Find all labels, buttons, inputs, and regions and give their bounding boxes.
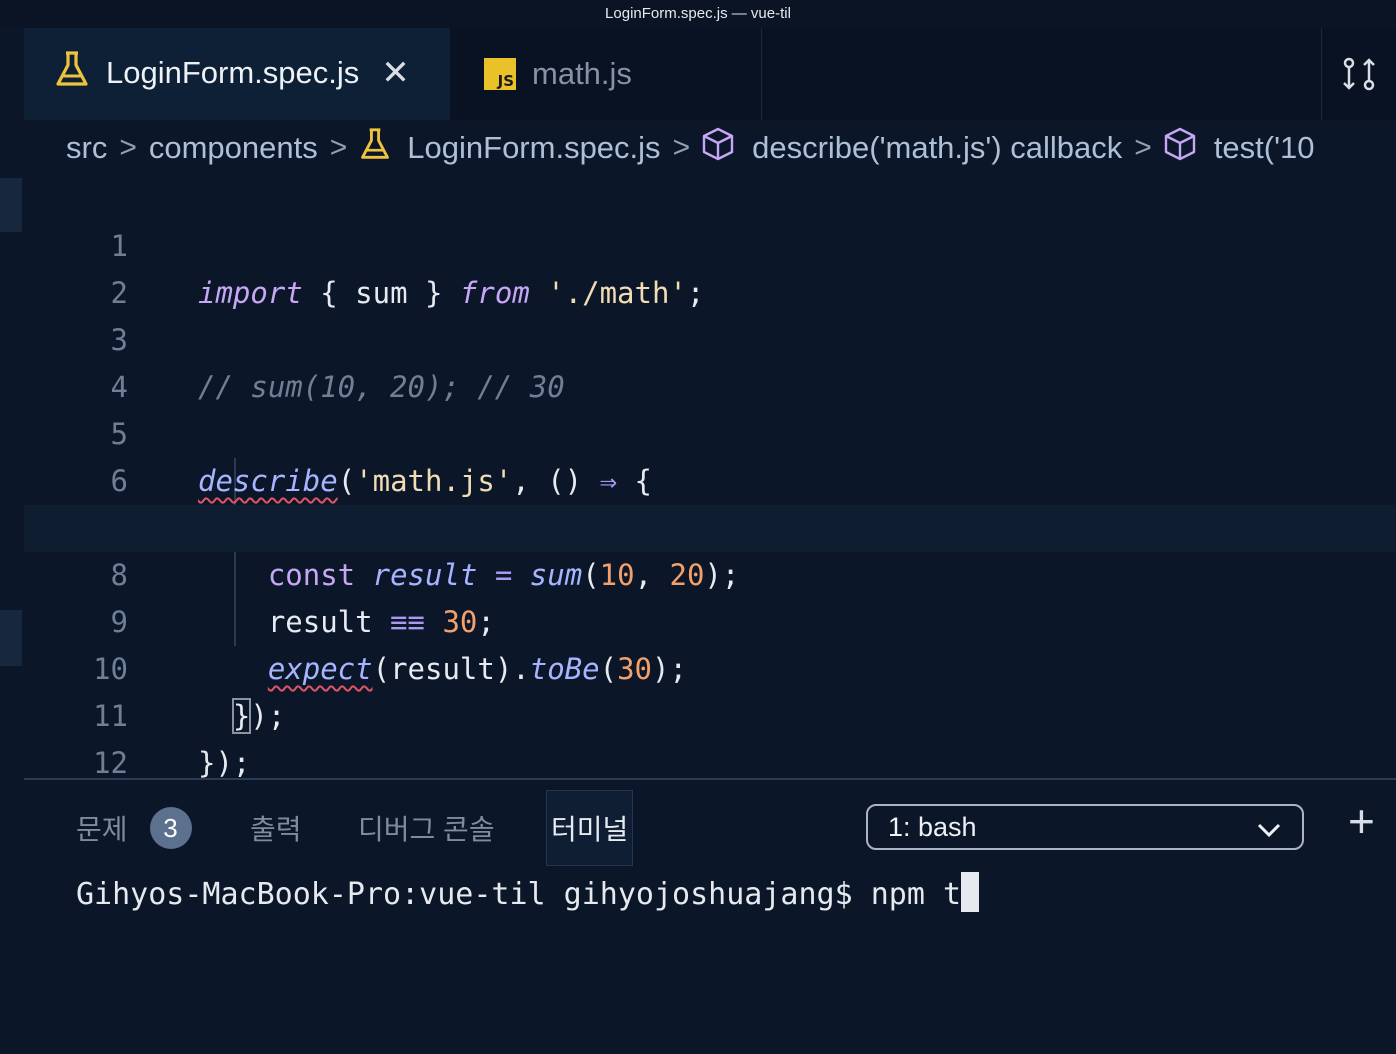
problems-count-badge: 3 [149, 807, 192, 849]
window-title: LoginForm.spec.js — vue-til [0, 0, 1396, 28]
code-line: 11 }); [24, 646, 1396, 780]
breadcrumb: src > components > LoginForm.spec.js > d… [24, 120, 1396, 176]
code-editor[interactable]: 1 import { sum } from './math'; 2 3 // s… [24, 176, 1396, 780]
tab-math-js[interactable]: JS math.js [450, 28, 762, 120]
symbol-method-icon [1164, 127, 1196, 169]
editor-tab-bar: LoginForm.spec.js ✕ JS math.js [24, 28, 1396, 120]
js-file-icon: JS [484, 58, 516, 90]
close-icon[interactable]: ✕ [381, 53, 410, 93]
terminal-select[interactable]: 1: bash [866, 804, 1304, 850]
code-line-current: 8 result ≡≡ 30; [24, 505, 1396, 639]
code-line: 1 import { sum } from './math'; [24, 176, 1396, 310]
tab-label: 터미널 [551, 814, 629, 845]
code-line: 12 [24, 693, 1396, 780]
breadcrumb-file[interactable]: LoginForm.spec.js [407, 130, 660, 166]
code-line: 2 [24, 223, 1396, 310]
tab-output[interactable]: 출력 [250, 790, 302, 866]
tab-terminal[interactable]: 터미널 [546, 790, 634, 866]
chevron-right-icon: > [119, 131, 137, 164]
tab-label: LoginForm.spec.js [106, 55, 360, 90]
terminal-prompt: Gihyos-MacBook-Pro:vue-til gihyojoshuaja… [76, 877, 962, 912]
terminal-cursor [961, 872, 980, 912]
tab-loginform-spec[interactable]: LoginForm.spec.js ✕ [24, 28, 450, 120]
symbol-method-icon [702, 127, 734, 169]
code-line: 3 // sum(10, 20); // 30 [24, 270, 1396, 404]
chevron-right-icon: > [1134, 131, 1152, 164]
code-line: 5 describe('math.js', () ⇒ { [24, 364, 1396, 498]
tab-label: math.js [532, 56, 632, 91]
flask-icon [54, 50, 90, 96]
compare-changes-icon[interactable] [1321, 28, 1396, 120]
tab-problems[interactable]: 문제 3 [76, 790, 192, 866]
terminal-output[interactable]: Gihyos-MacBook-Pro:vue-til gihyojoshuaja… [76, 872, 980, 912]
chevron-down-icon [1256, 816, 1282, 847]
terminal-select-value: 1: bash [888, 811, 977, 842]
tab-label: 문제 [76, 814, 128, 845]
code-line: 6 test('10 + 20 = 30', () ⇒ { [24, 411, 1396, 546]
chevron-right-icon: > [672, 131, 691, 164]
code-line: 10 }); [24, 599, 1396, 734]
code-line: 4 [24, 317, 1396, 404]
chevron-right-icon: > [329, 131, 348, 164]
tab-debug-console[interactable]: 디버그 콘솔 [358, 790, 495, 866]
breadcrumb-components[interactable]: components [149, 130, 318, 166]
add-terminal-icon[interactable]: + [1348, 798, 1375, 844]
tab-label: 출력 [250, 814, 302, 845]
bottom-panel: 문제 3 출력 디버그 콘솔 터미널 1: bash + Gihyos-MacB… [24, 778, 1396, 1054]
breadcrumb-test[interactable]: test('10 [1214, 130, 1315, 166]
activity-indicator [0, 178, 22, 232]
breadcrumb-describe[interactable]: describe('math.js') callback [752, 130, 1122, 166]
code-line: 7 const result = sum(10, 20); [24, 458, 1396, 592]
activity-indicator [0, 610, 22, 666]
tab-label: 디버그 콘솔 [358, 814, 495, 845]
breadcrumb-src[interactable]: src [66, 130, 107, 166]
flask-icon [359, 127, 391, 169]
code-line: 9 expect(result).toBe(30); [24, 552, 1396, 686]
